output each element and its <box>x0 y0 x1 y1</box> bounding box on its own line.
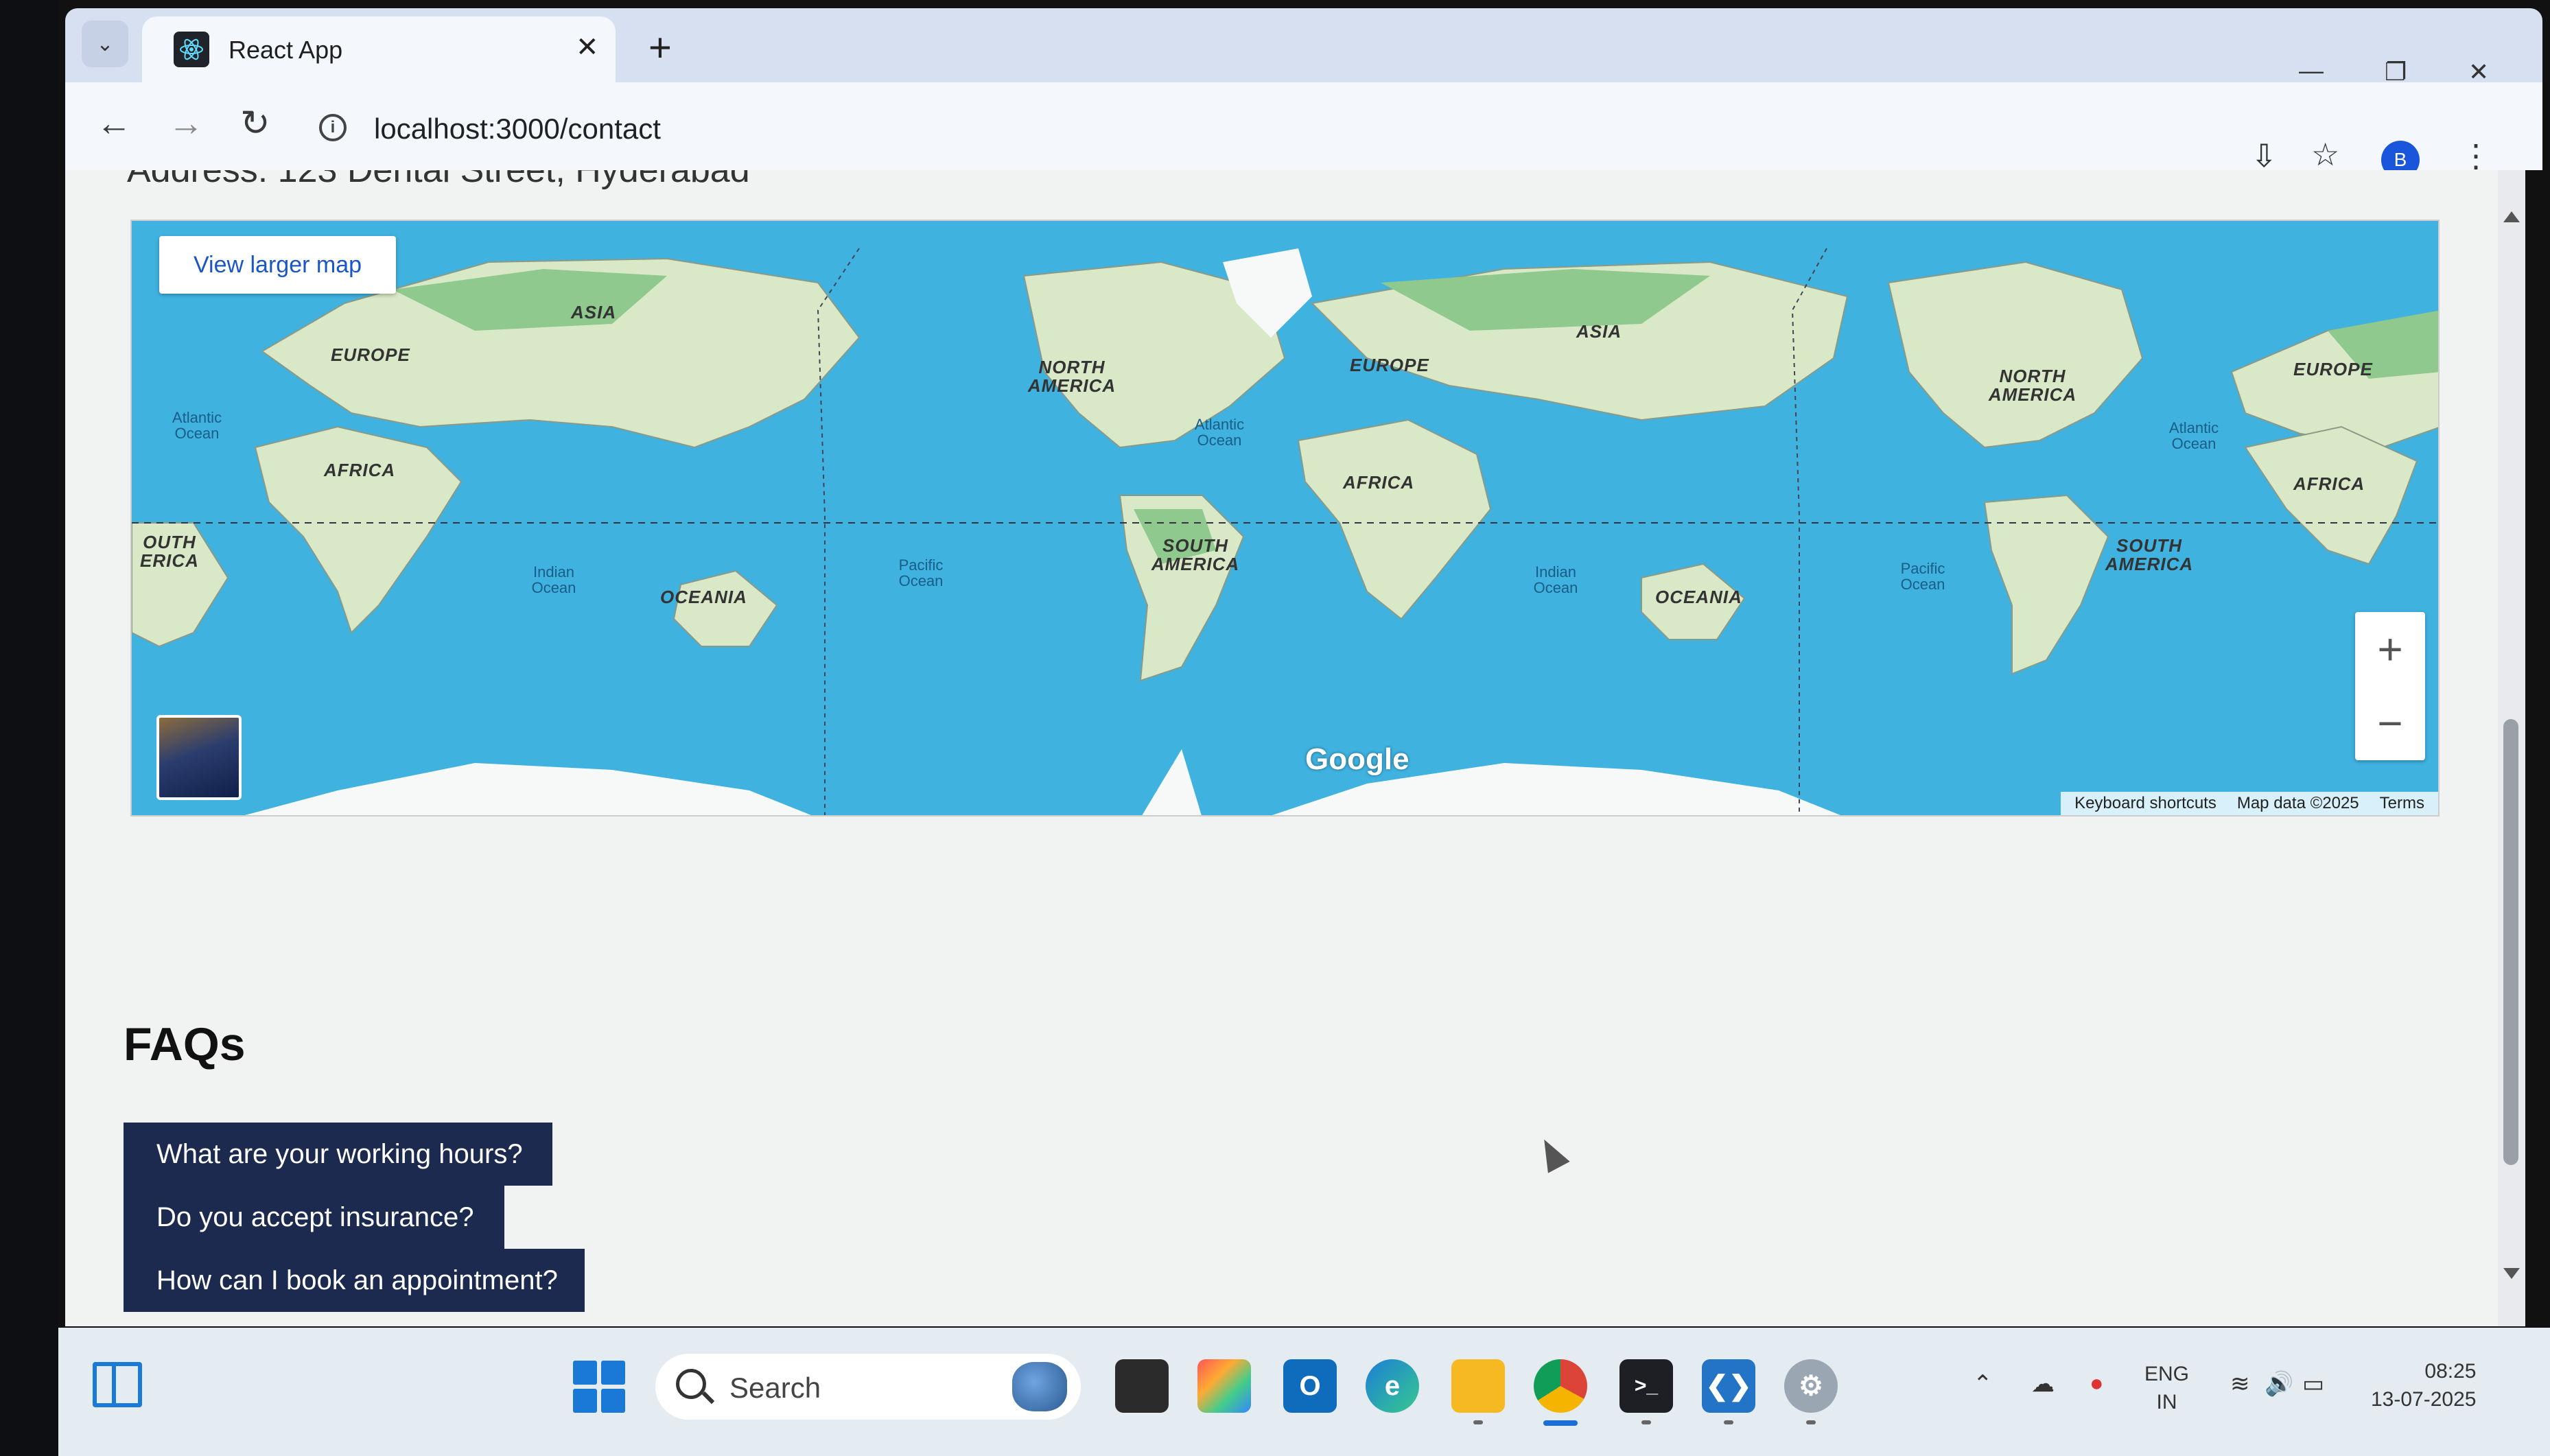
running-indicator <box>1641 1420 1651 1424</box>
world-map-graphic <box>132 248 2438 815</box>
settings-icon[interactable]: ⚙ <box>1784 1359 1838 1413</box>
ocean-label: Atlantic Ocean <box>1194 416 1245 449</box>
map-label: EUROPE <box>2293 359 2373 379</box>
running-indicator <box>1806 1420 1816 1424</box>
address-bar[interactable]: i localhost:3000/contact <box>319 95 2241 159</box>
map-label: OCEANIA <box>660 587 747 607</box>
minimize-icon[interactable]: — <box>2299 56 2324 85</box>
terminal-icon[interactable]: >_ <box>1619 1359 1673 1413</box>
running-indicator <box>1473 1420 1483 1424</box>
task-view-icon[interactable] <box>1115 1359 1169 1413</box>
browser-toolbar: ← → ↻ i localhost:3000/contact <box>65 82 2542 170</box>
faq-heading: FAQs <box>124 1018 246 1070</box>
close-icon[interactable]: ✕ <box>576 32 599 63</box>
map-label: EUROPE <box>331 344 410 365</box>
satellite-layer-toggle[interactable] <box>156 715 242 800</box>
page-content: Address: 123 Dental Street, Hyderabad AS… <box>65 170 2498 1326</box>
copilot-icon[interactable] <box>1197 1359 1251 1413</box>
google-logo: Google <box>1305 742 1409 776</box>
map-label: OCEANIA <box>1655 587 1742 607</box>
search-placeholder: Search <box>729 1372 821 1404</box>
react-icon <box>174 32 209 67</box>
terms-link[interactable]: Terms <box>2380 794 2424 813</box>
outlook-icon[interactable]: O <box>1283 1359 1337 1413</box>
address-text: Address: 123 Dental Street, Hyderabad <box>127 170 750 190</box>
ocean-label: Pacific Ocean <box>898 556 944 590</box>
zoom-controls: + − <box>2355 612 2425 760</box>
faq-item[interactable]: What are your working hours? <box>124 1123 552 1186</box>
windows-taskbar: Search O e >_ ❮❯ ⚙ ⌃ ☁ ● ENG IN ≋ 🔊 ▭ 08… <box>58 1328 2550 1456</box>
screen: ⌄ React App ✕ + — ❐ ✕ ← → ↻ i localhost:… <box>58 0 2550 1456</box>
view-larger-map-link[interactable]: View larger map <box>159 236 396 294</box>
file-explorer-icon[interactable] <box>1451 1359 1505 1413</box>
ocean-label: Atlantic Ocean <box>2168 419 2219 453</box>
battery-icon[interactable]: ▭ <box>2302 1370 2324 1398</box>
map-label: SOUTH AMERICA <box>2105 535 2194 575</box>
chrome-icon[interactable] <box>1534 1359 1587 1413</box>
map-label: SOUTH AMERICA <box>1151 535 1240 575</box>
map-label: OUTH ERICA <box>140 532 199 572</box>
new-tab-button[interactable]: + <box>648 25 672 71</box>
url-text: localhost:3000/contact <box>374 113 661 145</box>
map-label: NORTH AMERICA <box>1988 366 2077 406</box>
taskbar-search-input[interactable]: Search <box>655 1354 1081 1420</box>
clock-date: 13-07-2025 <box>2371 1387 2477 1411</box>
running-indicator <box>1724 1420 1733 1424</box>
edge-icon[interactable]: e <box>1366 1359 1419 1413</box>
back-icon[interactable]: ← <box>96 103 132 144</box>
map-label: ASIA <box>1576 321 1622 342</box>
google-map[interactable]: ASIA EUROPE AFRICA OCEANIA NORTH AMERICA… <box>130 220 2440 817</box>
map-label: EUROPE <box>1350 355 1429 375</box>
keyboard-shortcuts-link[interactable]: Keyboard shortcuts <box>2074 794 2216 813</box>
forward-icon[interactable]: → <box>168 103 204 144</box>
tab-search-dropdown[interactable]: ⌄ <box>82 21 128 67</box>
map-label: AFRICA <box>2293 473 2365 494</box>
map-label: AFRICA <box>324 460 396 480</box>
region-code: IN <box>2156 1390 2177 1413</box>
language-code: ENG <box>2144 1363 2190 1385</box>
ocean-label: Indian Ocean <box>1533 563 1578 597</box>
page-scrollbar[interactable] <box>2498 170 2525 1326</box>
wifi-icon[interactable]: ≋ <box>2230 1370 2250 1398</box>
clock-time: 08:25 <box>2424 1360 2477 1383</box>
site-info-icon[interactable]: i <box>319 114 347 141</box>
zoom-out-button[interactable]: − <box>2355 686 2425 760</box>
ocean-label: Indian Ocean <box>531 563 576 597</box>
search-highlight-icon <box>1012 1362 1067 1411</box>
language-indicator[interactable]: ENG IN <box>2144 1361 2189 1416</box>
map-data-text: Map data ©2025 <box>2236 794 2359 812</box>
zoom-in-button[interactable]: + <box>2355 612 2425 686</box>
chevron-up-icon[interactable]: ⌃ <box>1973 1370 1993 1398</box>
scroll-down-icon[interactable] <box>2503 1268 2520 1279</box>
map-label: AFRICA <box>1343 472 1415 493</box>
map-label: NORTH AMERICA <box>1027 357 1116 397</box>
mail-app-icon[interactable]: ● <box>2090 1370 2104 1397</box>
bookmark-star-icon[interactable]: ☆ <box>2311 136 2339 173</box>
active-app-indicator <box>1543 1420 1578 1426</box>
mouse-cursor-icon <box>1533 1134 1570 1173</box>
volume-icon[interactable]: 🔊 <box>2265 1370 2293 1398</box>
tab-title: React App <box>229 36 343 64</box>
map-footer: Keyboard shortcuts Map data ©2025 Terms <box>2061 792 2438 815</box>
widgets-icon[interactable] <box>93 1362 142 1407</box>
map-label: ASIA <box>571 302 617 322</box>
install-app-icon[interactable]: ⇩ <box>2251 137 2278 174</box>
scroll-thumb[interactable] <box>2503 719 2518 1165</box>
scroll-up-icon[interactable] <box>2503 211 2520 222</box>
faq-item[interactable]: Do you accept insurance? <box>124 1186 504 1249</box>
cloud-icon[interactable]: ☁ <box>2031 1370 2055 1398</box>
ocean-label: Pacific Ocean <box>1900 560 1945 594</box>
menu-icon[interactable]: ⋮ <box>2460 137 2492 174</box>
search-icon <box>676 1369 706 1399</box>
vs-code-icon[interactable]: ❮❯ <box>1702 1359 1755 1413</box>
clock[interactable]: 08:25 13-07-2025 <box>2371 1358 2476 1413</box>
faq-item[interactable]: How can I book an appointment? <box>124 1249 585 1312</box>
windows-start-icon[interactable] <box>573 1361 625 1413</box>
ocean-label: Atlantic Ocean <box>172 409 222 443</box>
reload-icon[interactable]: ↻ <box>240 103 270 144</box>
